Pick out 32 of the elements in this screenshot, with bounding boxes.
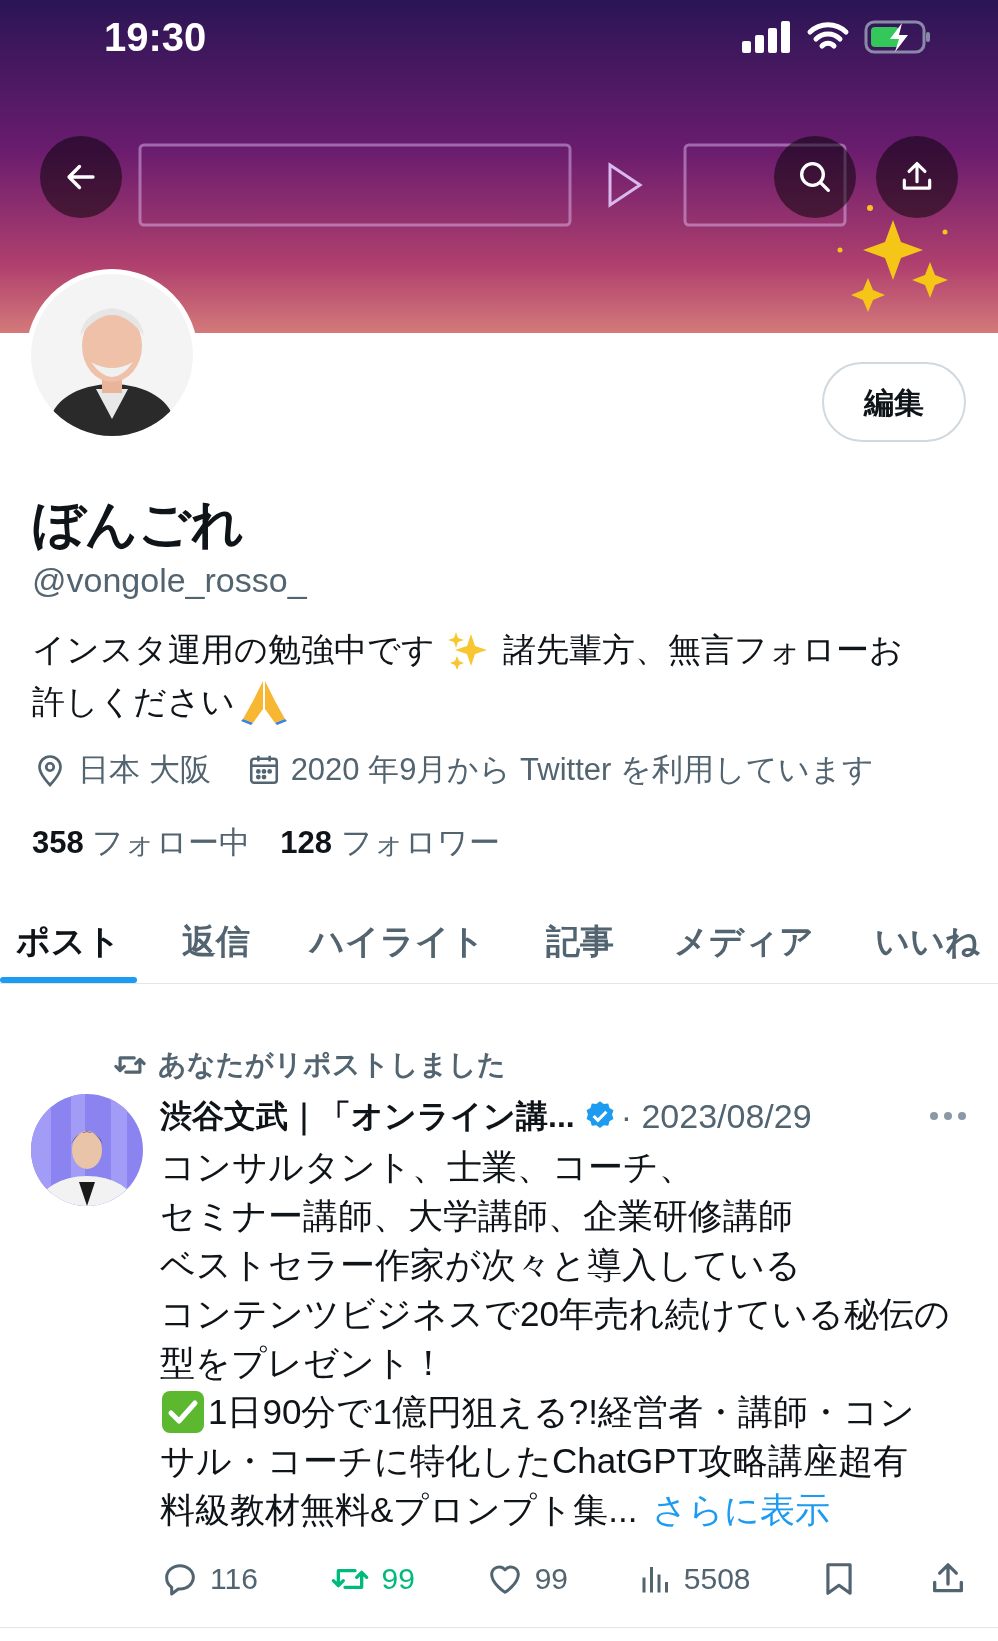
author-name: 渋谷文武｜「オンライン講... (160, 1097, 575, 1138)
profile-tab[interactable]: ハイライト (294, 899, 502, 983)
bio-text: インスタ運用の勉強中です (32, 630, 435, 670)
stat-link[interactable]: 358 フォロー中 (32, 819, 251, 866)
stat-link[interactable]: 128 フォロワー (280, 819, 500, 866)
location-text: 日本 大阪 (78, 751, 211, 789)
post-date: · 2023/08/29 (620, 1095, 812, 1137)
post-text: コンテンツビジネスで20年売れ続けている秘伝の (160, 1293, 950, 1335)
bio-text: 許しください (32, 682, 235, 722)
profile-tab[interactable]: 記事 (529, 899, 630, 983)
repost-note: あなたがリポストしました (158, 1048, 506, 1082)
profile-tab[interactable]: メディア (658, 899, 831, 983)
joined-date-text: 2020 年9月から Twitter を利用しています (290, 751, 874, 789)
more-options-icon[interactable] (928, 1110, 968, 1122)
views-button[interactable]: 5508 (637, 1556, 751, 1601)
profile-tab[interactable]: 返信 (165, 899, 266, 983)
post-text: サル・コーチに特化したChatGPT攻略講座超有 (160, 1440, 908, 1482)
profile-tab[interactable]: ポスト (0, 899, 137, 983)
post-text: 型をプレゼント！ (160, 1342, 446, 1384)
like-button[interactable]: 99 (484, 1556, 569, 1601)
post-text: 料級教材無料&プロンプト集... (160, 1489, 638, 1531)
post-text: コンサルタント、士業、コーチ、 (160, 1146, 694, 1188)
post-text: ベストセラー作家が次々と導入している (160, 1244, 801, 1286)
profile-handle: @vongole_rosso_ (32, 560, 307, 601)
reply-button[interactable]: 116 (160, 1556, 258, 1601)
praying-hands-icon (239, 679, 289, 725)
profile-tab[interactable]: いいね (858, 899, 996, 983)
edit-profile-button[interactable]: 編集 (822, 362, 966, 442)
profile-name: ぼんごれ (32, 494, 244, 555)
post-text: 1日90分で1億円狙える?!経営者・講師・コン (208, 1391, 916, 1433)
post-text: セミナー講師、大学講師、企業研修講師 (160, 1195, 793, 1237)
bio-text: 諸先輩方、無言フォローお (503, 630, 903, 670)
